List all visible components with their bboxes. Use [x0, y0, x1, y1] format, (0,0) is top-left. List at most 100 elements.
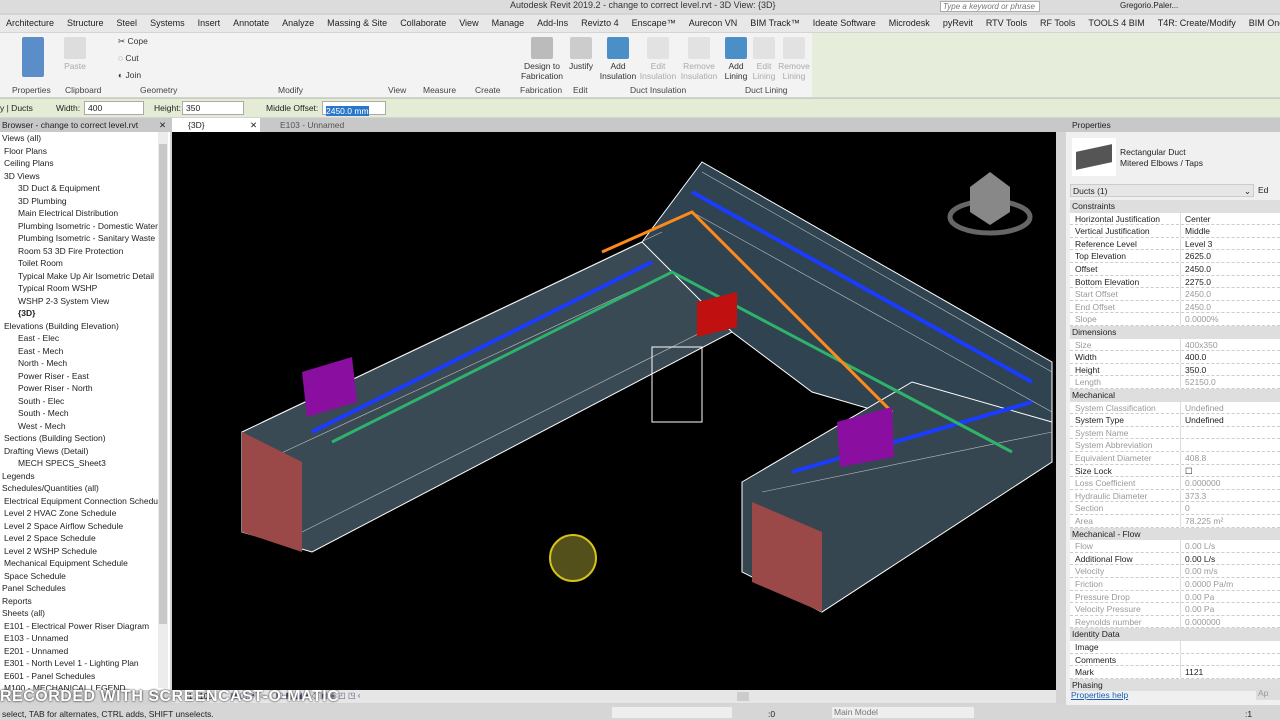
remove-insulation-button[interactable]: Remove Insulation — [678, 37, 720, 81]
browser-item[interactable]: Sheets (all) — [0, 607, 170, 620]
property-row[interactable]: Hydraulic Diameter 373.3 — [1070, 489, 1280, 503]
property-group[interactable]: Dimensions — [1070, 326, 1280, 339]
browser-item[interactable]: Level 2 HVAC Zone Schedule — [0, 507, 170, 520]
property-row[interactable]: Equivalent Diameter 408.8 — [1070, 452, 1280, 465]
browser-item[interactable]: Views (all) — [0, 132, 170, 145]
ribbon-tab[interactable]: Insert — [192, 15, 228, 32]
property-row[interactable]: Start Offset 2450.0 — [1070, 288, 1280, 301]
properties-help-link[interactable]: Properties help — [1071, 690, 1128, 700]
join-button[interactable]: ◐ Join — [118, 70, 141, 80]
browser-item[interactable]: Plumbing Isometric - Domestic Water — [0, 220, 170, 233]
property-value[interactable]: 0.000000 — [1180, 615, 1280, 628]
paste-button[interactable]: Paste — [62, 37, 88, 71]
property-value[interactable]: 0.00 L/s — [1180, 540, 1280, 553]
browser-item[interactable]: MECH SPECS_Sheet3 — [0, 457, 170, 470]
design-option-dropdown[interactable]: Main Model — [832, 707, 974, 718]
browser-item[interactable]: Typical Room WSHP — [0, 282, 170, 295]
middle-offset-field[interactable]: 2450.0 mm — [322, 101, 386, 116]
property-row[interactable]: Width 400.0 — [1070, 351, 1280, 364]
property-row[interactable]: Additional Flow 0.00 L/s — [1070, 552, 1280, 566]
browser-item[interactable]: E101 - Electrical Power Riser Diagram — [0, 620, 170, 633]
ribbon-tab[interactable]: TOOLS 4 BIM — [1082, 15, 1151, 32]
property-row[interactable]: System Abbreviation — [1070, 439, 1280, 452]
property-value[interactable]: 0.0000% — [1180, 313, 1280, 326]
property-row[interactable]: Image — [1070, 641, 1280, 654]
browser-item[interactable]: 3D Views — [0, 170, 170, 183]
property-row[interactable]: Length 52150.0 — [1070, 376, 1280, 389]
property-value[interactable]: 0.000000 — [1180, 477, 1280, 490]
edit-lining-button[interactable]: Edit Lining — [750, 37, 778, 81]
property-row[interactable]: Reference Level Level 3 — [1070, 237, 1280, 251]
property-row[interactable]: Mark 1121 — [1070, 666, 1280, 679]
browser-item[interactable]: E301 - North Level 1 - Lighting Plan — [0, 657, 170, 670]
property-value[interactable]: 52150.0 — [1180, 376, 1280, 389]
property-row[interactable]: Pressure Drop 0.00 Pa — [1070, 590, 1280, 604]
browser-item[interactable]: East - Mech — [0, 345, 170, 358]
browser-item[interactable]: Legends — [0, 470, 170, 483]
property-row[interactable]: Size Lock ☐ — [1070, 464, 1280, 478]
property-value[interactable] — [1180, 641, 1280, 653]
property-value[interactable]: Undefined — [1180, 401, 1280, 414]
ribbon-tab[interactable]: Annotate — [227, 15, 276, 32]
property-value[interactable]: 78.225 m² — [1180, 515, 1280, 527]
ribbon-tab[interactable]: BIM One — [1243, 15, 1280, 32]
ribbon-tab[interactable]: Analyze — [276, 15, 321, 32]
property-group[interactable]: Identity Data — [1070, 628, 1280, 641]
property-value[interactable]: 0.00 L/s — [1180, 552, 1280, 565]
browser-item[interactable]: East - Elec — [0, 332, 170, 345]
design-to-fabrication-button[interactable]: Design to Fabrication — [520, 37, 564, 81]
browser-item[interactable]: 3D Plumbing — [0, 195, 170, 208]
browser-item[interactable]: Power Riser - North — [0, 382, 170, 395]
property-row[interactable]: End Offset 2450.0 — [1070, 300, 1280, 314]
browser-item[interactable]: South - Elec — [0, 395, 170, 408]
apply-button[interactable]: Ap — [1256, 686, 1280, 700]
browser-item[interactable]: E103 - Unnamed — [0, 632, 170, 645]
justify-button[interactable]: Justify — [566, 37, 596, 71]
property-row[interactable]: Flow 0.00 L/s — [1070, 540, 1280, 553]
edit-insulation-button[interactable]: Edit Insulation — [638, 37, 678, 81]
ribbon-tab[interactable]: Enscape™ — [626, 15, 683, 32]
browser-item[interactable]: Schedules/Quantities (all) — [0, 482, 170, 495]
browser-item[interactable]: Drafting Views (Detail) — [0, 445, 170, 458]
property-value[interactable]: ☐ — [1180, 464, 1280, 477]
tab-e103[interactable]: E103 - Unnamed — [280, 120, 344, 130]
property-row[interactable]: Vertical Justification Middle — [1070, 225, 1280, 238]
property-row[interactable]: Velocity Pressure 0.00 Pa — [1070, 603, 1280, 616]
browser-item[interactable]: Room 53 3D Fire Protection — [0, 245, 170, 258]
property-value[interactable] — [1180, 653, 1280, 666]
property-value[interactable]: Undefined — [1180, 414, 1280, 427]
ribbon-tab[interactable]: View — [453, 15, 485, 32]
browser-item[interactable]: Level 2 Space Airflow Schedule — [0, 520, 170, 533]
ribbon-tab[interactable]: BIM Track™ — [744, 15, 807, 32]
browser-item[interactable]: Panel Schedules — [0, 582, 170, 595]
filter-count[interactable]: :1 — [1245, 709, 1252, 719]
property-value[interactable]: 0.0000 Pa/m — [1180, 578, 1280, 590]
browser-item[interactable]: Reports — [0, 595, 170, 608]
property-row[interactable]: Loss Coefficient 0.000000 — [1070, 477, 1280, 490]
browser-item[interactable]: Level 2 Space Schedule — [0, 532, 170, 545]
ribbon-tab[interactable]: Add-Ins — [531, 15, 575, 32]
property-value[interactable] — [1180, 439, 1280, 452]
property-value[interactable]: 0 — [1180, 502, 1280, 515]
browser-close-icon[interactable]: ✕ — [159, 120, 166, 131]
property-row[interactable]: System Name — [1070, 426, 1280, 440]
ribbon-tab[interactable]: Manage — [486, 15, 532, 32]
search-input[interactable]: Type a keyword or phrase — [940, 1, 1040, 12]
properties-button[interactable] — [20, 37, 46, 79]
add-lining-button[interactable]: Add Lining — [722, 37, 750, 81]
browser-item[interactable]: Level 2 WSHP Schedule — [0, 545, 170, 558]
property-row[interactable]: Top Elevation 2625.0 — [1070, 250, 1280, 263]
workset-dropdown[interactable] — [612, 707, 732, 718]
ribbon-tab[interactable]: T4R: Create/Modify — [1152, 15, 1243, 32]
browser-item[interactable]: 3D Duct & Equipment — [0, 182, 170, 195]
remove-lining-button[interactable]: Remove Lining — [778, 37, 810, 81]
ribbon-tab[interactable]: Ideate Software — [807, 15, 883, 32]
browser-scrollbar[interactable] — [158, 132, 168, 688]
browser-item[interactable]: E601 - Panel Schedules — [0, 670, 170, 683]
property-value[interactable]: 408.8 — [1180, 452, 1280, 464]
property-row[interactable]: Section 0 — [1070, 502, 1280, 515]
browser-item[interactable]: Main Electrical Distribution — [0, 207, 170, 220]
browser-item[interactable]: Elevations (Building Elevation) — [0, 320, 170, 333]
cope-button[interactable]: ✂ Cope — [118, 36, 148, 46]
ribbon-tab[interactable]: Collaborate — [394, 15, 453, 32]
